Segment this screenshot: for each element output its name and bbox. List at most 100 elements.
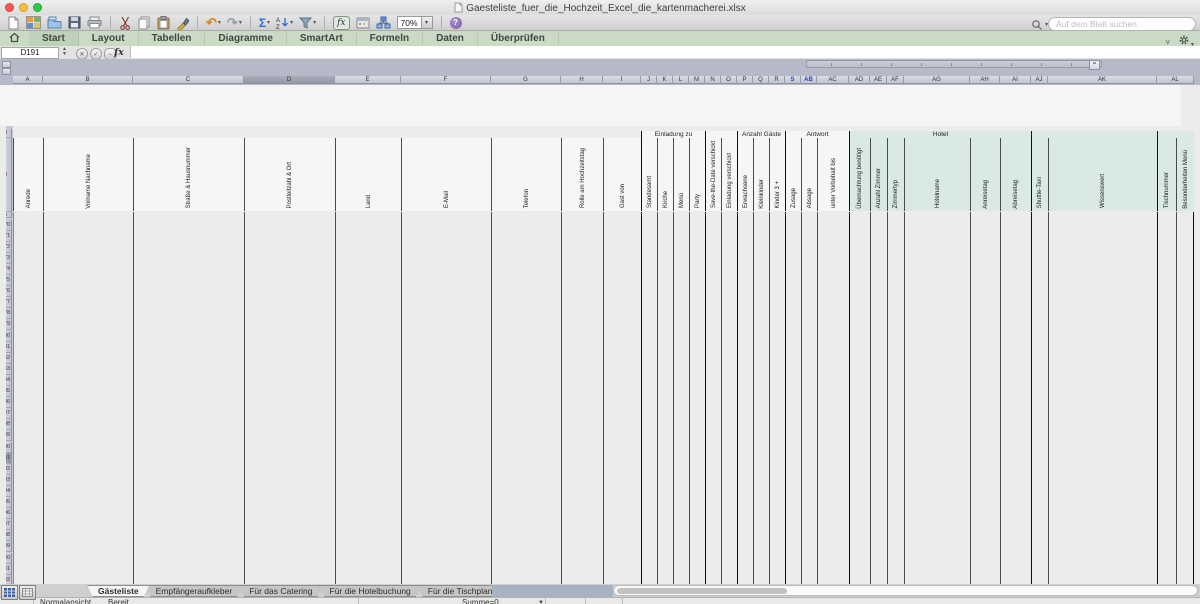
column-title-zusage[interactable]: Zusage <box>785 137 801 211</box>
column-title-rolle-am-hochzeitstag[interactable]: Rolle am Hochzeitstag <box>561 137 603 211</box>
column-title-postleitzahl-ort[interactable]: Postleitzahl & Ort <box>244 137 335 211</box>
ribbon-tab-überprüfen[interactable]: Überprüfen <box>478 31 559 46</box>
column-header-AE[interactable]: AE <box>870 76 887 84</box>
column-header-L[interactable]: L <box>673 76 689 84</box>
column-header-C[interactable]: C <box>133 76 244 84</box>
column-title-tischnummer[interactable]: Tischnummer <box>1157 137 1176 211</box>
cut-icon[interactable] <box>119 15 131 30</box>
column-title-anzahl-zimmer[interactable]: Anzahl Zimmer <box>870 137 887 211</box>
column-title-anrede[interactable]: Anrede <box>13 137 43 211</box>
sheet-tab-empfängeraufkleber[interactable]: Empfängeraufkleber <box>145 585 244 598</box>
horizontal-scrollbar-thumb[interactable] <box>617 587 787 594</box>
sum-dropdown-icon[interactable]: ▼ <box>538 599 544 604</box>
column-header-D[interactable]: D <box>244 76 335 84</box>
formula-builder-icon[interactable]: fx <box>333 15 350 30</box>
column-title-party[interactable]: Party <box>689 137 705 211</box>
column-header-AH[interactable]: AH <box>970 76 1000 84</box>
ribbon-tab-diagramme[interactable]: Diagramme <box>205 31 287 46</box>
column-title-land[interactable]: Land <box>335 137 401 211</box>
ribbon-tab-smartart[interactable]: SmartArt <box>287 31 357 46</box>
column-header-AI[interactable]: AI <box>1000 76 1031 84</box>
ribbon-tab-formeln[interactable]: Formeln <box>357 31 424 46</box>
ribbon-tab-tabellen[interactable]: Tabellen <box>139 31 206 46</box>
column-header-K[interactable]: K <box>657 76 673 84</box>
ribbon-tab-start[interactable]: Start <box>29 31 79 46</box>
filter-icon[interactable]: ▾ <box>299 15 316 30</box>
autosum-icon[interactable]: Σ ▾ <box>259 15 270 30</box>
copy-icon[interactable] <box>137 15 151 30</box>
column-header-G[interactable]: G <box>491 76 561 84</box>
help-icon[interactable]: ? <box>449 16 462 29</box>
column-title-einladung-verschickt[interactable]: Einladung verschickt <box>721 137 737 211</box>
column-header-AC[interactable]: AC <box>817 76 849 84</box>
name-box-stepper[interactable]: ▲ ▼ <box>60 47 69 59</box>
horizontal-scrollbar[interactable] <box>613 585 1198 596</box>
save-icon[interactable] <box>68 15 81 30</box>
format-painter-icon[interactable] <box>176 15 189 30</box>
column-header-F[interactable]: F <box>401 76 491 84</box>
column-header-O[interactable]: O <box>721 76 737 84</box>
column-title-wissenswert[interactable]: Wissenswert <box>1048 137 1157 211</box>
search-input[interactable] <box>1048 17 1196 31</box>
column-title-standesamt[interactable]: Standesamt <box>641 137 657 211</box>
column-title-kinder-3-[interactable]: Kinder 3 + <box>769 137 785 211</box>
column-title-hotelname[interactable]: Hotelname <box>904 137 970 211</box>
column-header-AG[interactable]: AG <box>904 76 970 84</box>
pane-button-top[interactable] <box>2 60 11 68</box>
column-header-AB[interactable]: AB <box>801 76 817 84</box>
column-title-shuttle-taxi[interactable]: Shuttle-Taxi <box>1031 137 1048 211</box>
column-header-J[interactable]: J <box>641 76 657 84</box>
open-icon[interactable] <box>47 15 62 30</box>
home-icon[interactable] <box>0 30 29 48</box>
sum-indicator[interactable]: Summe=0 <box>462 599 499 604</box>
column-title-vorname-nachname[interactable]: Vorname Nachname <box>43 137 133 211</box>
column-title-übernachtung-benötigt[interactable]: Übernachtung benötigt <box>849 137 870 211</box>
column-header-M[interactable]: M <box>689 76 705 84</box>
column-header-B[interactable]: B <box>43 76 133 84</box>
column-title-zimmertyp[interactable]: Zimmertyp <box>887 137 904 211</box>
name-box[interactable]: D191 <box>1 47 59 59</box>
column-header-Q[interactable]: Q <box>753 76 769 84</box>
new-workbook-icon[interactable] <box>7 15 20 30</box>
column-header-H[interactable]: H <box>561 76 603 84</box>
formula-input[interactable] <box>130 46 1200 58</box>
column-header-AJ[interactable]: AJ <box>1031 76 1048 84</box>
column-header-S[interactable]: S <box>785 76 801 84</box>
sheet-tab-für-das-catering[interactable]: Für das Catering <box>238 585 323 598</box>
print-icon[interactable] <box>87 15 102 30</box>
column-header-E[interactable]: E <box>335 76 401 84</box>
column-header-P[interactable]: P <box>737 76 753 84</box>
column-title-e-mail[interactable]: E-Mail <box>401 137 491 211</box>
media-browser-icon[interactable] <box>376 15 391 30</box>
column-header-I[interactable]: I <box>603 76 641 84</box>
normal-view-button[interactable] <box>1 585 18 600</box>
column-title-menü[interactable]: Menü <box>673 137 689 211</box>
column-title-kleinkinder[interactable]: Kleinkinder <box>753 137 769 211</box>
column-header-AD[interactable]: AD <box>849 76 870 84</box>
column-title-unter-vorbehalt-bis[interactable]: unter Vorbehalt bis <box>817 137 849 211</box>
redo-icon[interactable]: ↷ ▾ <box>227 15 242 30</box>
pane-slider[interactable] <box>806 60 1102 68</box>
paste-icon[interactable] <box>157 15 170 30</box>
zoom-control[interactable]: 70% ▾ <box>396 15 433 30</box>
pane-button-bottom[interactable] <box>2 68 11 75</box>
column-header-A[interactable]: A <box>13 76 43 84</box>
sheet-tab-gästeliste[interactable]: Gästeliste <box>87 585 150 598</box>
sheet-tab-für-die-hotelbuchung[interactable]: Für die Hotelbuchung <box>319 585 422 598</box>
ribbon-tab-daten[interactable]: Daten <box>423 31 478 46</box>
page-layout-view-button[interactable] <box>19 585 36 600</box>
column-title-erwachsene[interactable]: Erwachsene <box>737 137 753 211</box>
column-header-AF[interactable]: AF <box>887 76 904 84</box>
column-title-absage[interactable]: Absage <box>801 137 817 211</box>
pane-slider-handle[interactable]: = <box>1089 59 1100 70</box>
column-title-save-the-date-verschickt[interactable]: Save-the-Date verschickt <box>705 137 721 211</box>
column-title-straße-hausnummer[interactable]: Straße & Hausnummer <box>133 137 244 211</box>
toolbox-icon[interactable] <box>356 15 370 30</box>
ribbon-tab-layout[interactable]: Layout <box>79 31 139 46</box>
column-title-anreisetag[interactable]: Anreisetag <box>970 137 1000 211</box>
column-header-AL[interactable]: AL <box>1157 76 1194 84</box>
undo-icon[interactable]: ↶ ▾ <box>206 15 221 30</box>
column-title-kirche[interactable]: Kirche <box>657 137 673 211</box>
column-title-gast-von[interactable]: Gast von <box>603 137 641 211</box>
template-gallery-icon[interactable] <box>26 15 41 30</box>
